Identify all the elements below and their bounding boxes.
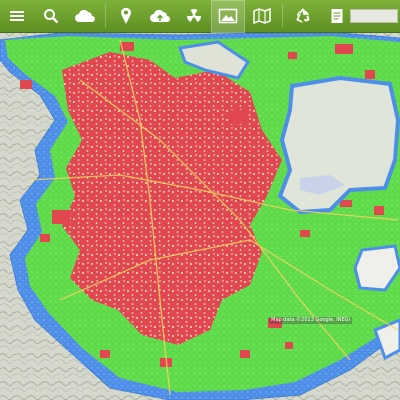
- search-button[interactable]: [34, 0, 68, 33]
- top-toolbar: [0, 0, 400, 33]
- toolbar-divider: [105, 4, 106, 28]
- map-pin-icon: [121, 7, 131, 25]
- search-icon: [44, 9, 59, 24]
- map-icon: [253, 8, 271, 24]
- density-map[interactable]: [0, 33, 400, 400]
- recycle-button[interactable]: [286, 0, 320, 33]
- report-button[interactable]: [320, 0, 354, 33]
- cloud-upload-icon: [150, 9, 170, 22]
- photo-icon: [218, 8, 238, 24]
- map-app: Map data ©2013 Google, INEGI: [0, 0, 400, 400]
- radiation-button[interactable]: [177, 0, 211, 33]
- radiation-icon: [187, 9, 201, 22]
- recycle-icon: [296, 8, 310, 23]
- map-attribution: Map data ©2013 Google, INEGI: [269, 317, 352, 324]
- toolbar-divider: [282, 4, 283, 28]
- map-layer-button[interactable]: [245, 0, 279, 33]
- photo-layer-button[interactable]: [211, 0, 245, 33]
- weather-button[interactable]: [68, 0, 102, 33]
- upload-button[interactable]: [143, 0, 177, 33]
- menu-button[interactable]: [0, 0, 34, 33]
- menu-icon: [10, 11, 24, 21]
- document-icon: [331, 9, 343, 23]
- location-button[interactable]: [109, 0, 143, 33]
- search-input[interactable]: [350, 9, 398, 23]
- cloud-icon: [75, 9, 95, 22]
